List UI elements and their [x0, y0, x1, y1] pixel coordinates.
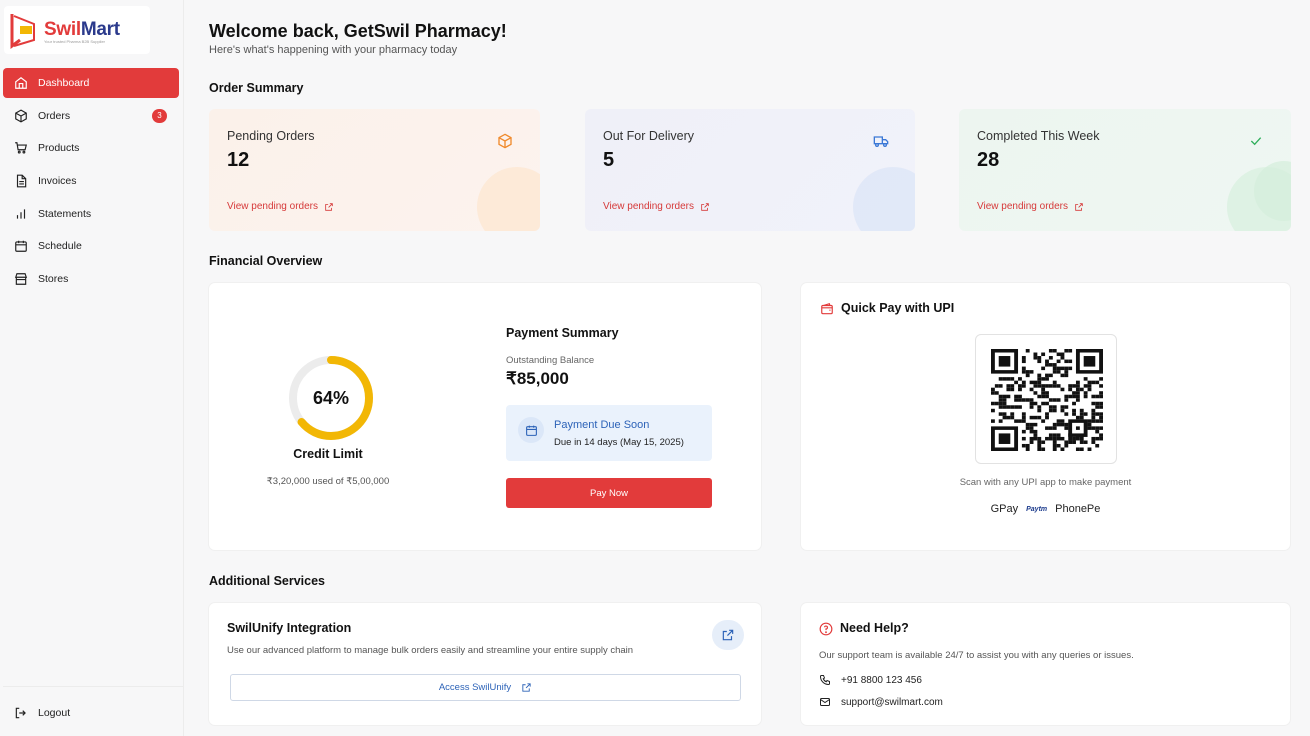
qr-hint-text: Scan with any UPI app to make payment [959, 477, 1132, 488]
external-link-icon [701, 202, 709, 211]
sidebar-item-label: Invoices [38, 175, 77, 188]
sidebar-item-label: Products [38, 142, 80, 155]
support-phone[interactable]: +91 8800 123 456 [819, 674, 922, 686]
logout-icon [15, 707, 26, 718]
upi-apps: GPay Paytm PhonePe [801, 503, 1290, 515]
need-help-title: Need Help? [840, 621, 909, 635]
payment-summary-title: Payment Summary [506, 326, 619, 340]
sidebar-item-label: Orders [38, 109, 71, 122]
sidebar-item-stores[interactable]: Stores [3, 264, 179, 294]
brand-tagline: Your trusted Pharma B2B Supplier [44, 39, 105, 44]
view-completed-orders-link[interactable]: View pending orders [977, 201, 1084, 212]
logout-button[interactable]: Logout [3, 686, 183, 736]
gpay-label: GPay [990, 503, 1019, 515]
financial-overview-title: Financial Overview [209, 254, 323, 268]
credit-donut: 64% [286, 353, 376, 443]
sidebar-item-orders[interactable]: Orders 3 [3, 101, 179, 131]
orders-count-badge: 3 [152, 108, 167, 123]
credit-percent: 64% [312, 387, 350, 408]
access-swilunify-button[interactable]: Access SwilUnify [230, 674, 741, 701]
pending-orders-card: Pending Orders 12 View pending orders [209, 109, 540, 231]
home-icon [15, 77, 27, 89]
sidebar-nav: Dashboard Orders 3 Products Invoices Sta… [3, 68, 179, 297]
calendar-icon [518, 417, 544, 443]
swilunify-title: SwilUnify Integration [227, 621, 352, 635]
quick-pay-card: Quick Pay with UPI Scan with any UPI app… [801, 283, 1290, 550]
outstanding-value: ₹85,000 [506, 369, 569, 388]
sidebar-item-label: Dashboard [38, 77, 90, 89]
order-summary-title: Order Summary [209, 81, 304, 95]
phone-icon [819, 675, 830, 686]
swilunify-open-button[interactable] [712, 620, 744, 650]
brand-logo[interactable]: SwilMart Your trusted Pharma B2B Supplie… [4, 6, 150, 54]
bar-chart-icon [16, 209, 26, 219]
stat-label: Completed This Week [977, 129, 1100, 143]
completed-this-week-card: Completed This Week 28 View pending orde… [959, 109, 1291, 231]
store-icon [14, 273, 28, 285]
paytm-logo: Paytm [1026, 505, 1048, 513]
additional-services-title: Additional Services [209, 574, 326, 588]
credit-used-text: ₹3,20,000 used of ₹5,00,000 [266, 476, 390, 487]
outstanding-label: Outstanding Balance [506, 355, 595, 366]
stat-value: 12 [227, 149, 250, 171]
view-pending-orders-link[interactable]: View pending orders [227, 201, 334, 212]
external-link-icon [1075, 202, 1083, 211]
sidebar-item-label: Schedule [38, 240, 82, 253]
check-icon [1250, 137, 1262, 146]
truck-icon [873, 136, 889, 147]
view-delivery-orders-link[interactable]: View pending orders [603, 201, 710, 212]
qr-code-icon [991, 349, 1103, 451]
swilunify-desc: Use our advanced platform to manage bulk… [227, 645, 634, 656]
out-for-delivery-card: Out For Delivery 5 View pending orders [585, 109, 915, 231]
support-email[interactable]: support@swilmart.com [819, 696, 943, 708]
sidebar-item-statements[interactable]: Statements [3, 199, 179, 229]
need-help-desc: Our support team is available 24/7 to as… [819, 650, 1134, 661]
sidebar-item-schedule[interactable]: Schedule [3, 231, 179, 261]
brand-name: SwilMart [44, 19, 120, 40]
external-link-icon [722, 629, 734, 641]
swilunify-card: SwilUnify Integration Use our advanced p… [209, 603, 761, 725]
calendar-icon [15, 241, 27, 253]
package-icon [498, 133, 512, 149]
stat-value: 28 [977, 149, 1000, 171]
quick-pay-title: Quick Pay with UPI [841, 301, 955, 315]
sidebar-item-products[interactable]: Products [3, 133, 179, 163]
payment-due-alert: Payment Due Soon Due in 14 days (May 15,… [506, 405, 712, 461]
sidebar-item-label: Statements [38, 207, 92, 220]
cart-icon [15, 142, 27, 154]
sidebar-item-dashboard[interactable]: Dashboard [3, 68, 179, 98]
stat-label: Pending Orders [227, 129, 315, 143]
box-icon [15, 109, 27, 123]
sidebar: SwilMart Your trusted Pharma B2B Supplie… [0, 0, 184, 736]
due-title: Payment Due Soon [554, 419, 650, 431]
upi-qr-code[interactable] [975, 334, 1117, 464]
external-link-icon [325, 202, 333, 211]
page-title: Welcome back, GetSwil Pharmacy! [209, 21, 507, 41]
help-circle-icon [819, 622, 833, 636]
page-subtitle: Here's what's happening with your pharma… [209, 44, 458, 56]
sidebar-item-label: Stores [38, 273, 69, 286]
sidebar-item-invoices[interactable]: Invoices [3, 166, 179, 196]
stat-label: Out For Delivery [603, 129, 694, 143]
document-icon [16, 174, 27, 188]
need-help-card: Need Help? Our support team is available… [801, 603, 1290, 725]
external-link-icon [522, 683, 531, 692]
financial-card: 64% Credit Limit ₹3,20,000 used of ₹5,00… [209, 283, 761, 550]
stat-value: 5 [603, 149, 615, 171]
phonepe-label: PhonePe [1055, 503, 1101, 515]
due-text: Due in 14 days (May 15, 2025) [554, 437, 684, 448]
logout-label: Logout [38, 706, 71, 719]
pay-now-button[interactable]: Pay Now [506, 478, 712, 508]
cart-logo-icon [10, 14, 35, 49]
wallet-icon [821, 303, 833, 315]
credit-limit-label: Credit Limit [293, 447, 363, 461]
mail-icon [820, 698, 830, 706]
